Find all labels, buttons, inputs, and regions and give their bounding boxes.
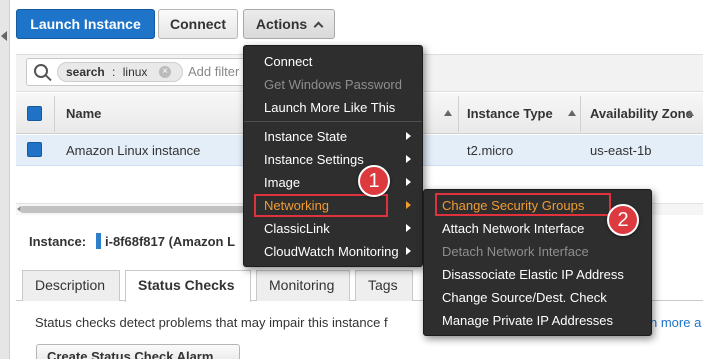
actions-button[interactable]: Actions: [243, 9, 335, 39]
tab-status-checks[interactable]: Status Checks: [125, 270, 251, 302]
collapse-panel-icon[interactable]: [1, 31, 7, 41]
submenu-item-manage-private-ip-addresses[interactable]: Manage Private IP Addresses: [442, 313, 613, 328]
menu-item-instance-state[interactable]: Instance State: [264, 129, 347, 144]
connect-button[interactable]: Connect: [158, 9, 238, 39]
chevron-right-icon: [406, 247, 411, 255]
row-availability-zone: us-east-1b: [590, 143, 652, 158]
menu-item-get-windows-password: Get Windows Password: [264, 77, 402, 92]
chevron-right-icon: [406, 201, 411, 209]
row-name: Amazon Linux instance: [66, 143, 201, 158]
sort-arrow-icon[interactable]: [444, 110, 452, 116]
tab-description[interactable]: Description: [22, 270, 120, 301]
chevron-right-icon: [406, 132, 411, 140]
submenu-item-attach-network-interface[interactable]: Attach Network Interface: [442, 221, 584, 236]
chevron-right-icon: [406, 224, 411, 232]
menu-divider: [244, 121, 422, 122]
close-icon[interactable]: ×: [159, 66, 171, 78]
learn-more-link[interactable]: n more a: [650, 315, 701, 330]
instance-label: Instance:: [29, 234, 87, 249]
search-token-value: linux: [122, 65, 148, 79]
instance-id: i-8f68f817 (Amazon L: [105, 234, 236, 249]
column-header-availability-zone[interactable]: Availability Zone: [590, 106, 693, 121]
instance-marker: [96, 233, 101, 249]
column-separator: [580, 96, 581, 132]
row-checkbox[interactable]: [27, 142, 42, 157]
status-checks-description: Status checks detect problems that may i…: [35, 315, 388, 330]
step-two-badge: 2: [607, 204, 639, 236]
menu-item-classiclink[interactable]: ClassicLink: [264, 221, 330, 236]
actions-button-label: Actions: [255, 16, 308, 32]
tab-tags[interactable]: Tags: [355, 270, 413, 301]
chevron-right-icon: [406, 155, 411, 163]
row-instance-type: t2.micro: [467, 143, 514, 158]
column-header-name[interactable]: Name: [66, 106, 101, 121]
submenu-item-change-security-groups[interactable]: Change Security Groups: [442, 198, 584, 213]
submenu-item-detach-network-interface: Detach Network Interface: [442, 244, 589, 259]
column-header-instance-type[interactable]: Instance Type: [467, 106, 553, 121]
submenu-item-disassociate-elastic-ip[interactable]: Disassociate Elastic IP Address: [442, 267, 624, 282]
chevron-right-icon: [406, 178, 411, 186]
select-all-checkbox[interactable]: [27, 106, 42, 121]
menu-item-cloudwatch-monitoring[interactable]: CloudWatch Monitoring: [264, 244, 399, 259]
sort-arrow-icon[interactable]: [568, 110, 576, 116]
tab-monitoring[interactable]: Monitoring: [256, 270, 350, 301]
menu-item-connect[interactable]: Connect: [264, 54, 312, 69]
launch-instance-button[interactable]: Launch Instance: [16, 9, 155, 39]
menu-item-instance-settings[interactable]: Instance Settings: [264, 152, 364, 167]
menu-item-networking[interactable]: Networking: [264, 198, 329, 213]
menu-item-image[interactable]: Image: [264, 175, 300, 190]
scrollbar-thumb[interactable]: [20, 206, 250, 213]
search-token-separator: :: [112, 65, 116, 79]
side-panel-edge: [0, 0, 10, 359]
create-status-check-alarm-button[interactable]: Create Status Check Alarm: [36, 344, 240, 359]
submenu-item-change-source-dest-check[interactable]: Change Source/Dest. Check: [442, 290, 607, 305]
chevron-up-icon: [313, 21, 324, 32]
column-separator: [458, 96, 459, 132]
step-one-badge: 1: [358, 165, 390, 197]
search-token-key: search: [66, 65, 105, 79]
filter-placeholder[interactable]: Add filter: [188, 64, 239, 79]
column-separator: [54, 96, 55, 132]
menu-item-launch-more-like-this[interactable]: Launch More Like This: [264, 100, 395, 115]
sort-arrow-icon[interactable]: [686, 110, 694, 116]
